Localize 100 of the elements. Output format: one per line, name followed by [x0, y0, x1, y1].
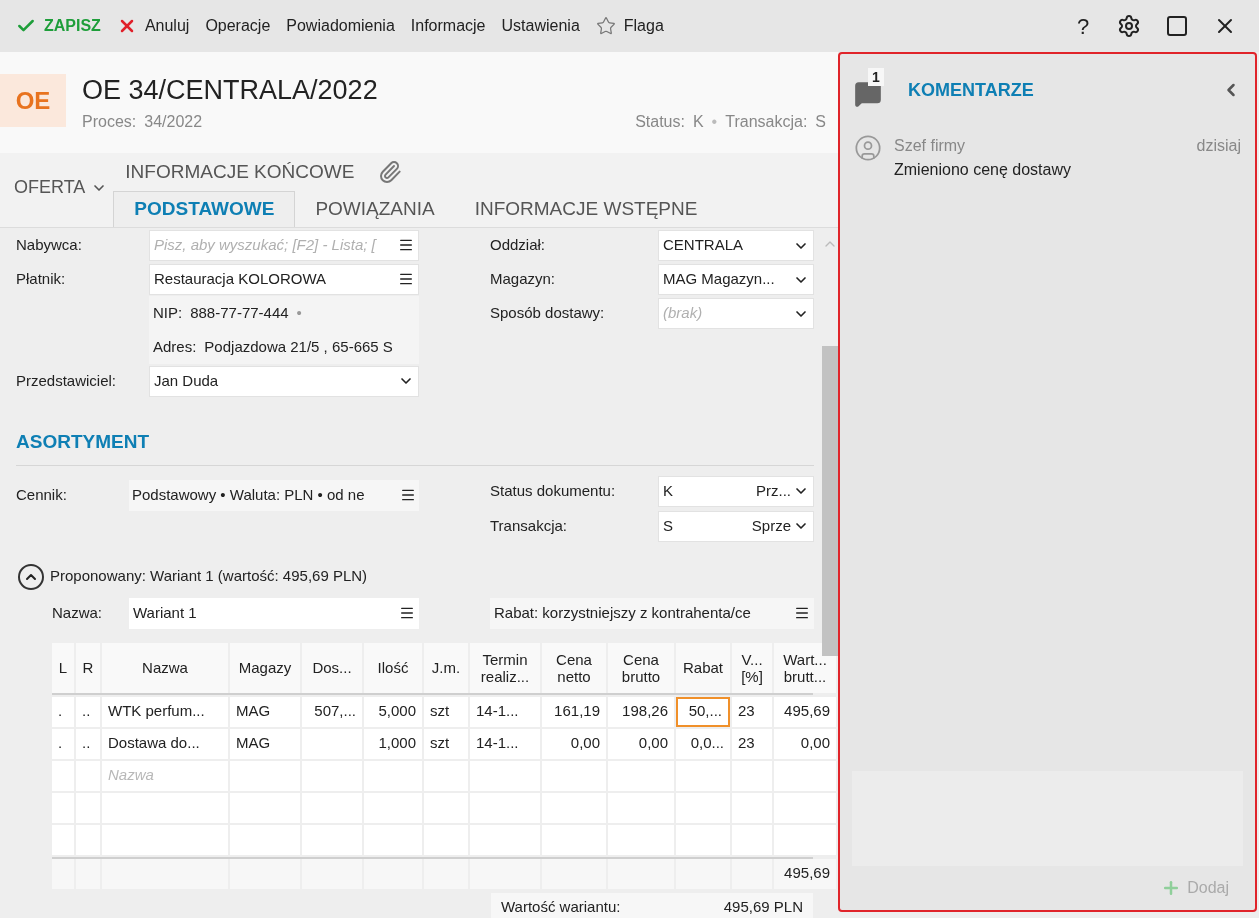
- comment-text: Zmieniono cenę dostawy: [894, 160, 1072, 180]
- table-cell: .: [52, 696, 74, 727]
- column-header[interactable]: L: [52, 642, 74, 693]
- maximize-icon: [1165, 14, 1189, 38]
- table-cell: [470, 858, 540, 889]
- table-cell: 0,00: [608, 728, 674, 759]
- pricelist-field[interactable]: Podstawowy • Waluta: PLN • od ne: [129, 479, 419, 511]
- user-avatar-icon: [854, 134, 882, 162]
- tab[interactable]: INFORMACJE KOŃCOWE: [113, 157, 367, 186]
- table-cell: 507,...: [302, 696, 362, 727]
- document-title: OE 34/CENTRALA/2022: [82, 74, 379, 106]
- scrollbar-thumb[interactable]: [822, 346, 838, 656]
- total-cell: 495,69: [774, 858, 836, 889]
- table-cell: 1,000: [364, 728, 422, 759]
- process-label: Proces:: [82, 112, 137, 132]
- column-header[interactable]: Cena brutto: [608, 642, 674, 693]
- tab-menu-dropdown[interactable]: OFERTA: [14, 174, 108, 201]
- table-cell: szt: [424, 728, 468, 759]
- toolbar-button[interactable]: Operacje: [199, 6, 277, 46]
- process-value: 34/2022: [144, 112, 203, 132]
- column-header[interactable]: Nazwa: [102, 642, 228, 693]
- separator-dot: •: [711, 112, 718, 132]
- dropdown-field[interactable]: CENTRALA: [658, 230, 814, 261]
- table-cell: WTK perfum...: [102, 696, 228, 727]
- table-cell: Dostawa do...: [102, 728, 228, 759]
- collapse-toggle[interactable]: [18, 563, 44, 590]
- separator-dot: •: [296, 302, 302, 323]
- column-header[interactable]: Ilość: [364, 642, 422, 693]
- settings-icon: [1117, 14, 1141, 38]
- table-cell: [676, 858, 730, 889]
- table-cell: 50,...: [676, 696, 730, 727]
- field-value: 888-77-77-444: [190, 302, 289, 323]
- table-cell: [302, 858, 362, 889]
- panel-title: KOMENTARZE: [908, 78, 1034, 102]
- comment-icon: [854, 80, 882, 108]
- help-button[interactable]: ?: [1061, 6, 1105, 46]
- dropdown-field[interactable]: MAG Magazyn...: [658, 264, 814, 295]
- column-header[interactable]: Dos...: [302, 642, 362, 693]
- toolbar-button[interactable]: Ustawienia: [495, 6, 586, 46]
- table-cell: [364, 858, 422, 889]
- toolbar-button[interactable]: Powiadomienia: [280, 6, 401, 46]
- menu-icon: [794, 605, 810, 621]
- variant-name-field[interactable]: Wariant 1: [129, 597, 419, 629]
- table-cell: [76, 858, 100, 889]
- column-header[interactable]: Magazy: [230, 642, 300, 693]
- star-icon: [595, 16, 616, 36]
- table-cell: 161,19: [542, 696, 606, 727]
- table-cell: ..: [76, 728, 100, 759]
- column-header[interactable]: Termin realiz...: [470, 642, 540, 693]
- field-label: Oddział:: [490, 235, 547, 256]
- section-heading: ASORTYMENT: [16, 428, 814, 466]
- toolbar-button[interactable]: Informacje: [404, 6, 492, 46]
- comment-author: Szef firmy: [894, 136, 967, 156]
- table-cell: [732, 858, 772, 889]
- table-cell: [230, 858, 300, 889]
- lookup-field[interactable]: Restauracja KOLOROWA: [149, 263, 419, 295]
- table-cell: MAG: [230, 728, 300, 759]
- tab[interactable]: PODSTAWOWE: [113, 190, 296, 227]
- comment-date: dzisiaj: [1196, 136, 1241, 156]
- field-label: Adres:: [153, 336, 197, 357]
- variant-value-label: Wartość wariantu:: [501, 897, 622, 918]
- dropdown-field[interactable]: K Prz...: [658, 475, 814, 507]
- field-label: Magazyn:: [490, 269, 557, 290]
- column-header[interactable]: Rabat: [676, 642, 730, 693]
- dropdown-field[interactable]: Jan Duda: [149, 365, 419, 397]
- meta-label: Status:: [635, 112, 685, 132]
- tab[interactable]: INFORMACJE WSTĘPNE: [454, 190, 718, 227]
- table-cell: 0,0...: [676, 728, 730, 759]
- field-value: Podjazdowa 21/5 , 65-665 S: [204, 336, 393, 357]
- field-label: Płatnik:: [16, 268, 67, 289]
- toolbar-button[interactable]: Anuluj: [110, 6, 196, 46]
- table-cell: 0,00: [542, 728, 606, 759]
- tab[interactable]: POWIĄZANIA: [295, 190, 455, 227]
- discount-field[interactable]: Rabat: korzystniejszy z kontrahenta/ce: [490, 597, 814, 629]
- variant-summary: Proponowany: Wariant 1 (wartość: 495,69 PLN): [50, 566, 368, 587]
- column-header[interactable]: Cena netto: [542, 642, 606, 693]
- meta-value: K: [692, 112, 704, 132]
- field-label: NIP:: [153, 302, 183, 323]
- table-cell: 14-1...: [470, 728, 540, 759]
- field-label: Przedstawiciel:: [16, 370, 118, 391]
- paperclip-icon[interactable]: [378, 159, 403, 184]
- meta-label: Transakcja:: [725, 112, 808, 132]
- document-type-badge: OE: [0, 74, 66, 127]
- dropdown-field[interactable]: S Sprze: [658, 510, 814, 542]
- table-cell: 495,69: [774, 696, 836, 727]
- field-label: Transakcja:: [490, 515, 568, 536]
- table-cell: [542, 858, 606, 889]
- table-cell: [608, 858, 674, 889]
- column-header[interactable]: V... [%]: [732, 642, 772, 693]
- table-cell: ..: [76, 696, 100, 727]
- field-label: Nabywca:: [16, 234, 83, 255]
- toolbar-button[interactable]: Flaga: [589, 6, 670, 46]
- column-header[interactable]: Wart... brutt...: [774, 642, 836, 693]
- comment-count-badge: 1: [868, 68, 884, 86]
- table-cell: [424, 858, 468, 889]
- column-header[interactable]: J.m.: [424, 642, 468, 693]
- column-header[interactable]: R: [76, 642, 100, 693]
- table-cell: 23: [732, 728, 772, 759]
- menu-icon: [399, 605, 415, 621]
- menu-icon: [400, 487, 416, 503]
